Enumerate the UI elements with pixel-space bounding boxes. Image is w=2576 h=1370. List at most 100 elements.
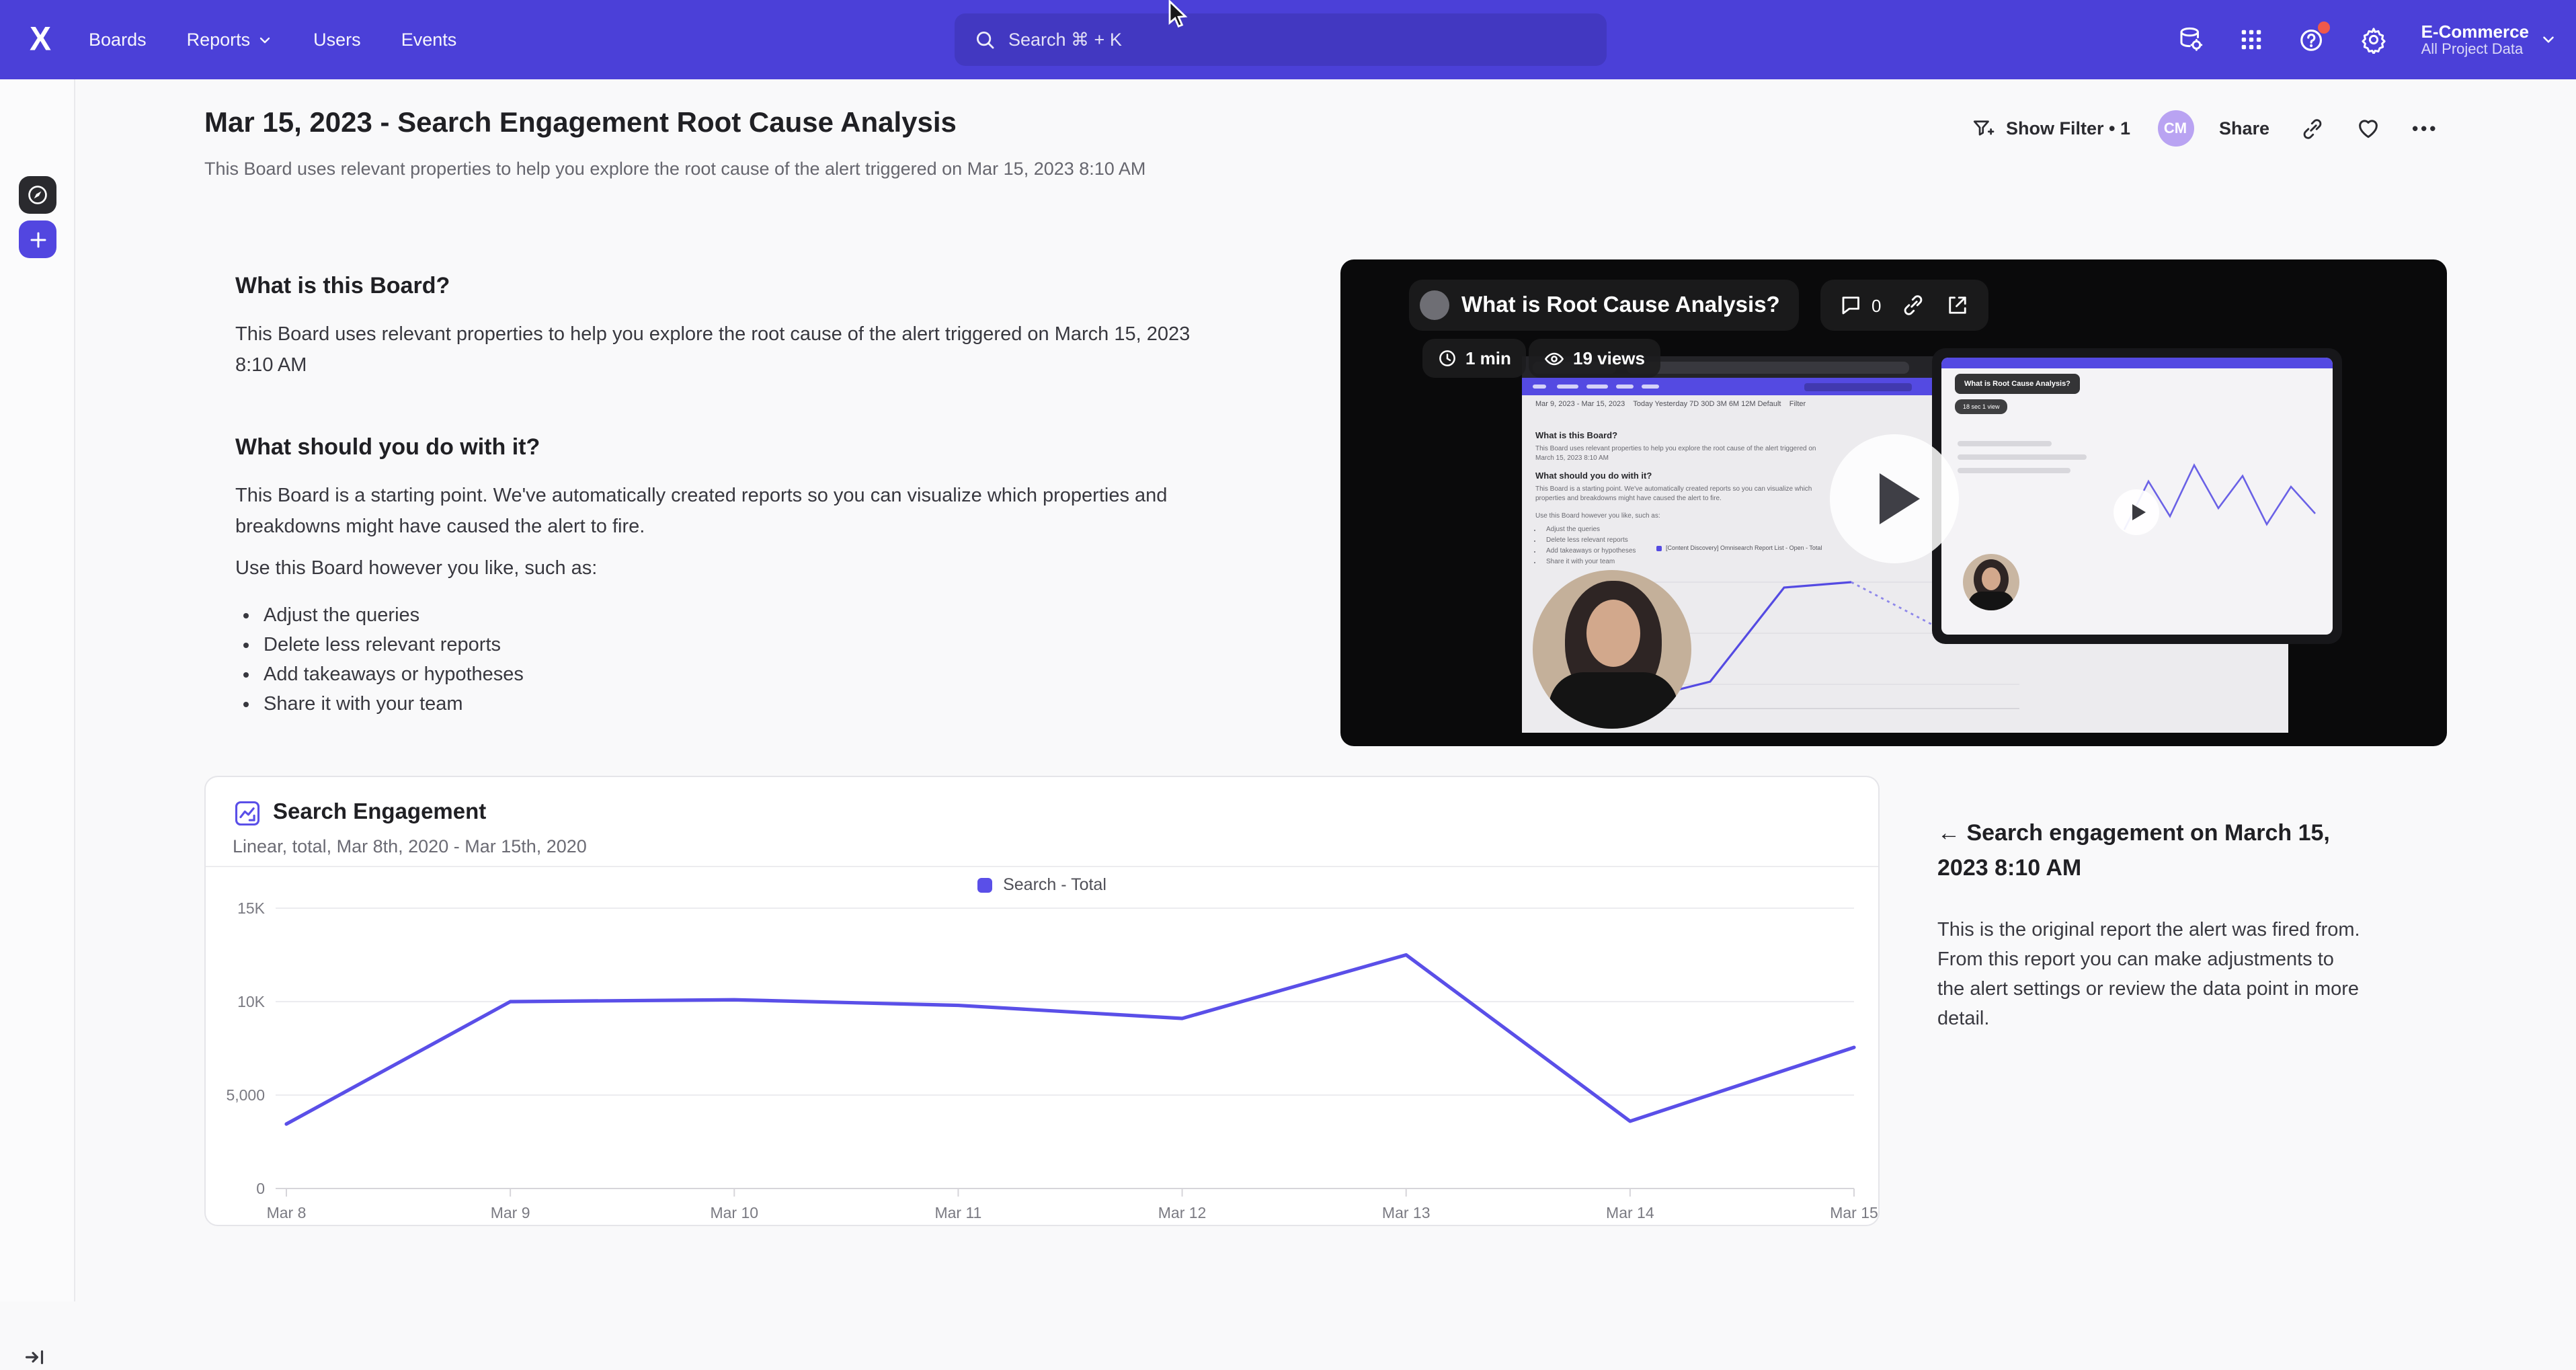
nav-item-boards[interactable]: Boards: [89, 30, 147, 50]
mini-address-bar: [1627, 362, 1909, 374]
copy-link-icon[interactable]: [2300, 116, 2325, 140]
nav-label: Users: [313, 30, 361, 50]
report-card-search-engagement[interactable]: Search Engagement Linear, total, Mar 8th…: [204, 776, 1880, 1226]
clock-icon: [1437, 348, 1457, 368]
mini-nav-logo: [1533, 385, 1546, 389]
engagement-chart-canvas[interactable]: 15K10K5,0000Mar 8Mar 9Mar 10Mar 11Mar 12…: [206, 866, 1881, 1227]
text-line-placeholder: [1958, 441, 2052, 446]
svg-text:Mar 13: Mar 13: [1382, 1204, 1431, 1221]
section-heading: What is this Board?: [235, 273, 450, 300]
nested-video-meta: 18 sec 1 view: [1963, 403, 2000, 410]
nested-play-button[interactable]: [2114, 489, 2159, 535]
mini-list-item: Adjust the queries: [1546, 524, 1824, 535]
settings-gear-icon[interactable]: [2360, 26, 2388, 54]
presenter-body: [1549, 672, 1678, 729]
nav-item-users[interactable]: Users: [313, 30, 361, 50]
svg-text:Mar 14: Mar 14: [1606, 1204, 1654, 1221]
text-line-placeholder: [1958, 468, 2070, 473]
nav-left-group: X Boards Reports Users Events: [0, 21, 456, 58]
search-placeholder: Search ⌘ + K: [1008, 29, 1122, 50]
create-new-button[interactable]: [19, 220, 56, 258]
project-scope: All Project Data: [2421, 41, 2529, 58]
page-subtitle: This Board uses relevant properties to h…: [204, 159, 1145, 179]
share-button[interactable]: Share: [2219, 118, 2269, 138]
filter-plus-icon: [1971, 116, 1995, 140]
section-body: This Board is a starting point. We've au…: [235, 481, 1209, 543]
svg-text:5,000: 5,000: [226, 1086, 265, 1104]
apps-grid-icon[interactable]: [2239, 27, 2264, 52]
arrow-to-bar-icon: [23, 1344, 48, 1370]
presenter-body: [1968, 592, 2014, 610]
mini-daterange: Mar 9, 2023 - Mar 15, 2023: [1535, 401, 1625, 409]
nav-item-reports[interactable]: Reports: [187, 30, 274, 50]
nav-label: Events: [401, 30, 457, 50]
video-card[interactable]: Mixpanel (project 3) Mar 9, 2023 - Mar 1…: [1340, 259, 2447, 746]
eye-icon: [1543, 348, 1565, 369]
project-switcher[interactable]: E-Commerce All Project Data: [2421, 21, 2557, 58]
text-line-placeholder: [1958, 454, 2087, 460]
list-intro: Use this Board however you like, such as…: [235, 554, 1209, 585]
favorite-heart-icon[interactable]: [2356, 116, 2381, 141]
board-toolbar: Show Filter • 1 CM Share •••: [1971, 110, 2438, 147]
mixpanel-logo[interactable]: X: [30, 20, 48, 60]
avatar[interactable]: CM: [2157, 110, 2193, 147]
show-filter-button[interactable]: Show Filter • 1: [1971, 116, 2130, 140]
nested-video-title: What is Root Cause Analysis?: [1964, 380, 2070, 388]
svg-text:15K: 15K: [237, 899, 266, 917]
nested-mini-nav: [1941, 358, 2333, 368]
nav-label: Reports: [187, 30, 251, 50]
list-item: Delete less relevant reports: [264, 631, 524, 660]
discover-compass-button[interactable]: [19, 176, 56, 214]
mini-section-heading: What is this Board?: [1535, 432, 1824, 441]
mini-nav-item: [1642, 385, 1659, 389]
data-management-icon[interactable]: [2177, 26, 2205, 54]
search-input[interactable]: Search ⌘ + K: [955, 13, 1607, 66]
report-subtitle: Linear, total, Mar 8th, 2020 - Mar 15th,…: [233, 836, 587, 856]
report-title: Search Engagement: [273, 800, 486, 825]
section-body: This Board uses relevant properties to h…: [235, 320, 1209, 382]
note-body: This is the original report the alert wa…: [1937, 916, 2365, 1034]
comment-icon[interactable]: [1839, 293, 1863, 317]
svg-text:Mar 15: Mar 15: [1830, 1204, 1878, 1221]
play-button[interactable]: [1830, 434, 1959, 563]
presenter-face: [1586, 600, 1640, 667]
svg-text:0: 0: [256, 1180, 265, 1197]
mini-nav-item: [1616, 385, 1634, 389]
video-views: 19 views: [1573, 348, 1645, 368]
mini-list-intro: Use this Board however you like, such as…: [1535, 512, 1824, 522]
project-name: E-Commerce: [2421, 21, 2529, 41]
nested-video-screen: What is Root Cause Analysis? 18 sec 1 vi…: [1941, 358, 2333, 635]
left-rail: [0, 79, 75, 1301]
comment-count: 0: [1871, 295, 1881, 315]
list-item: Adjust the queries: [264, 601, 524, 631]
mini-nav-item: [1586, 385, 1608, 389]
presenter-avatar: [1420, 290, 1449, 320]
link-icon[interactable]: [1901, 293, 1925, 317]
section-heading: What should you do with it?: [235, 434, 540, 461]
search-icon: [973, 28, 996, 51]
mini-section-body: This Board is a starting point. We've au…: [1535, 485, 1824, 504]
mini-section-body: This Board uses relevant properties to h…: [1535, 445, 1824, 464]
list-item: Add takeaways or hypotheses: [264, 660, 524, 690]
usage-list: Adjust the queries Delete less relevant …: [235, 601, 524, 719]
video-views-pill: 19 views: [1529, 339, 1660, 378]
open-external-icon[interactable]: [1945, 293, 1970, 317]
video-actions-pill: 0: [1820, 280, 1988, 331]
expand-sidebar-button[interactable]: [23, 1344, 48, 1370]
video-duration: 1 min: [1465, 348, 1511, 368]
chevron-down-icon: [257, 32, 273, 48]
mini-search-bar: [1804, 382, 1912, 391]
top-nav: X Boards Reports Users Events Search ⌘ +…: [0, 0, 2576, 79]
nav-item-events[interactable]: Events: [401, 30, 457, 50]
nested-webcam-bubble: [1963, 554, 2019, 610]
svg-text:Mar 12: Mar 12: [1158, 1204, 1207, 1221]
mini-legend-swatch: [1656, 545, 1662, 551]
more-options-button[interactable]: •••: [2412, 118, 2438, 138]
line-chart-report-icon: [233, 799, 262, 828]
video-title: What is Root Cause Analysis?: [1461, 292, 1780, 318]
help-icon[interactable]: [2298, 26, 2326, 54]
webcam-bubble: [1533, 570, 1691, 729]
video-duration-pill: 1 min: [1422, 339, 1526, 378]
nav-right-group: E-Commerce All Project Data: [2177, 0, 2557, 79]
nav-label: Boards: [89, 30, 147, 50]
